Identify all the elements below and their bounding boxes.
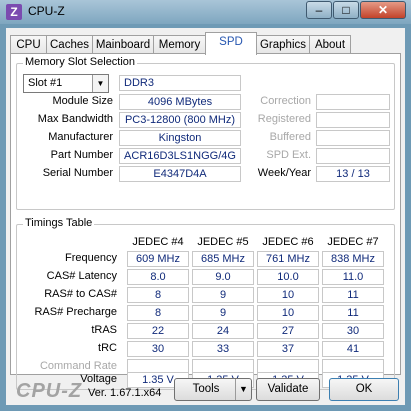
module-size-label: Module Size bbox=[52, 95, 113, 107]
timings-cell: 30 bbox=[127, 341, 189, 357]
timings-cell: 838 MHz bbox=[322, 251, 384, 267]
command-rate-label: Command Rate bbox=[39, 360, 117, 372]
timings-cell: 9 bbox=[192, 287, 254, 303]
timings-cell: 33 bbox=[192, 341, 254, 357]
timings-cell: 30 bbox=[322, 323, 384, 339]
correction-label: Correction bbox=[260, 95, 311, 107]
ras-to-cas-label: RAS# to CAS# bbox=[44, 288, 117, 300]
part-number-label: Part Number bbox=[50, 149, 113, 161]
timings-col-header: JEDEC #6 bbox=[262, 236, 314, 248]
tab-mainboard[interactable]: Mainboard bbox=[92, 35, 154, 54]
timings-cell: 8 bbox=[127, 287, 189, 303]
cpuz-app-icon: Z bbox=[6, 4, 22, 20]
timings-cell: 41 bbox=[322, 341, 384, 357]
chevron-down-icon[interactable]: ▼ bbox=[92, 75, 108, 92]
part-number-field: ACR16D3LS1NGG/4G bbox=[119, 148, 241, 164]
tab-graphics[interactable]: Graphics bbox=[256, 35, 310, 54]
timings-cell: 8 bbox=[127, 305, 189, 321]
memory-type-field: DDR3 bbox=[119, 75, 241, 91]
spd-panel: Memory Slot Selection Slot #1 ▼ DDR3 Mod… bbox=[10, 53, 401, 390]
timings-cell: 11.0 bbox=[322, 269, 384, 285]
ok-button[interactable]: OK bbox=[329, 378, 399, 401]
tab-caches[interactable]: Caches bbox=[46, 35, 93, 54]
buffered-label: Buffered bbox=[269, 131, 311, 143]
ras-precharge-label: RAS# Precharge bbox=[34, 306, 117, 318]
timings-cell: 9 bbox=[192, 305, 254, 321]
slot-select[interactable]: Slot #1 ▼ bbox=[23, 74, 109, 93]
spd-ext-label: SPD Ext. bbox=[266, 149, 311, 161]
timings-col-header: JEDEC #4 bbox=[132, 236, 184, 248]
timings-cell: 22 bbox=[127, 323, 189, 339]
client-area: CPU Caches Mainboard Memory SPD Graphics… bbox=[6, 28, 405, 405]
correction-field bbox=[316, 94, 390, 110]
tab-about[interactable]: About bbox=[309, 35, 351, 54]
timings-cell: 10 bbox=[257, 305, 319, 321]
tools-button-label: Tools bbox=[192, 383, 220, 395]
timings-col-header: JEDEC #7 bbox=[327, 236, 379, 248]
title-bar[interactable]: Z CPU-Z – □ ✕ bbox=[0, 0, 411, 24]
timings-table-group: Timings Table JEDEC #4 JEDEC #5 JEDEC #6… bbox=[16, 217, 395, 390]
cas-latency-label: CAS# Latency bbox=[46, 270, 117, 282]
spd-ext-field bbox=[316, 148, 390, 164]
minimize-button[interactable]: – bbox=[306, 1, 332, 19]
timings-cell: 37 bbox=[257, 341, 319, 357]
maximize-button[interactable]: □ bbox=[333, 1, 359, 19]
timings-cell: 11 bbox=[322, 287, 384, 303]
memory-slot-group-title: Memory Slot Selection bbox=[23, 56, 138, 68]
module-size-field: 4096 MBytes bbox=[119, 94, 241, 110]
footer-bar: CPU-Z Ver. 1.67.1.x64 Tools ▼ Validate O… bbox=[6, 378, 405, 405]
cpuz-logo: CPU-Z bbox=[16, 380, 83, 402]
chevron-down-icon[interactable]: ▼ bbox=[235, 379, 251, 400]
timings-table-group-title: Timings Table bbox=[23, 217, 95, 229]
timings-cell: 761 MHz bbox=[257, 251, 319, 267]
cpuz-window: Z CPU-Z – □ ✕ CPU Caches Mainboard Memor… bbox=[0, 0, 411, 411]
timings-cell: 27 bbox=[257, 323, 319, 339]
max-bandwidth-label: Max Bandwidth bbox=[37, 113, 113, 125]
week-year-label: Week/Year bbox=[257, 167, 311, 179]
timings-cell: 8.0 bbox=[127, 269, 189, 285]
tab-memory[interactable]: Memory bbox=[153, 35, 206, 54]
week-year-field: 13 / 13 bbox=[316, 166, 390, 182]
close-button[interactable]: ✕ bbox=[360, 1, 406, 19]
buffered-field bbox=[316, 130, 390, 146]
version-label: Ver. 1.67.1.x64 bbox=[88, 387, 162, 399]
tab-cpu[interactable]: CPU bbox=[10, 35, 47, 54]
slot-select-value: Slot #1 bbox=[28, 77, 63, 89]
max-bandwidth-field: PC3-12800 (800 MHz) bbox=[119, 112, 241, 128]
manufacturer-field: Kingston bbox=[119, 130, 241, 146]
timings-cell: 685 MHz bbox=[192, 251, 254, 267]
tools-button[interactable]: Tools ▼ bbox=[174, 378, 252, 401]
serial-number-field: E4347D4A bbox=[119, 166, 241, 182]
memory-slot-group: Memory Slot Selection Slot #1 ▼ DDR3 Mod… bbox=[16, 56, 395, 210]
tab-spd[interactable]: SPD bbox=[205, 32, 257, 55]
registered-field bbox=[316, 112, 390, 128]
timings-cell: 11 bbox=[322, 305, 384, 321]
serial-number-label: Serial Number bbox=[42, 167, 113, 179]
tras-label: tRAS bbox=[91, 324, 117, 336]
registered-label: Registered bbox=[257, 113, 311, 125]
timings-col-header: JEDEC #5 bbox=[197, 236, 249, 248]
window-title: CPU-Z bbox=[28, 4, 65, 18]
manufacturer-label: Manufacturer bbox=[48, 131, 113, 143]
timings-cell: 9.0 bbox=[192, 269, 254, 285]
timings-cell: 609 MHz bbox=[127, 251, 189, 267]
timings-cell: 24 bbox=[192, 323, 254, 339]
trc-label: tRC bbox=[98, 342, 117, 354]
frequency-label: Frequency bbox=[65, 252, 117, 264]
timings-cell: 10 bbox=[257, 287, 319, 303]
validate-button[interactable]: Validate bbox=[256, 378, 320, 401]
timings-cell: 10.0 bbox=[257, 269, 319, 285]
